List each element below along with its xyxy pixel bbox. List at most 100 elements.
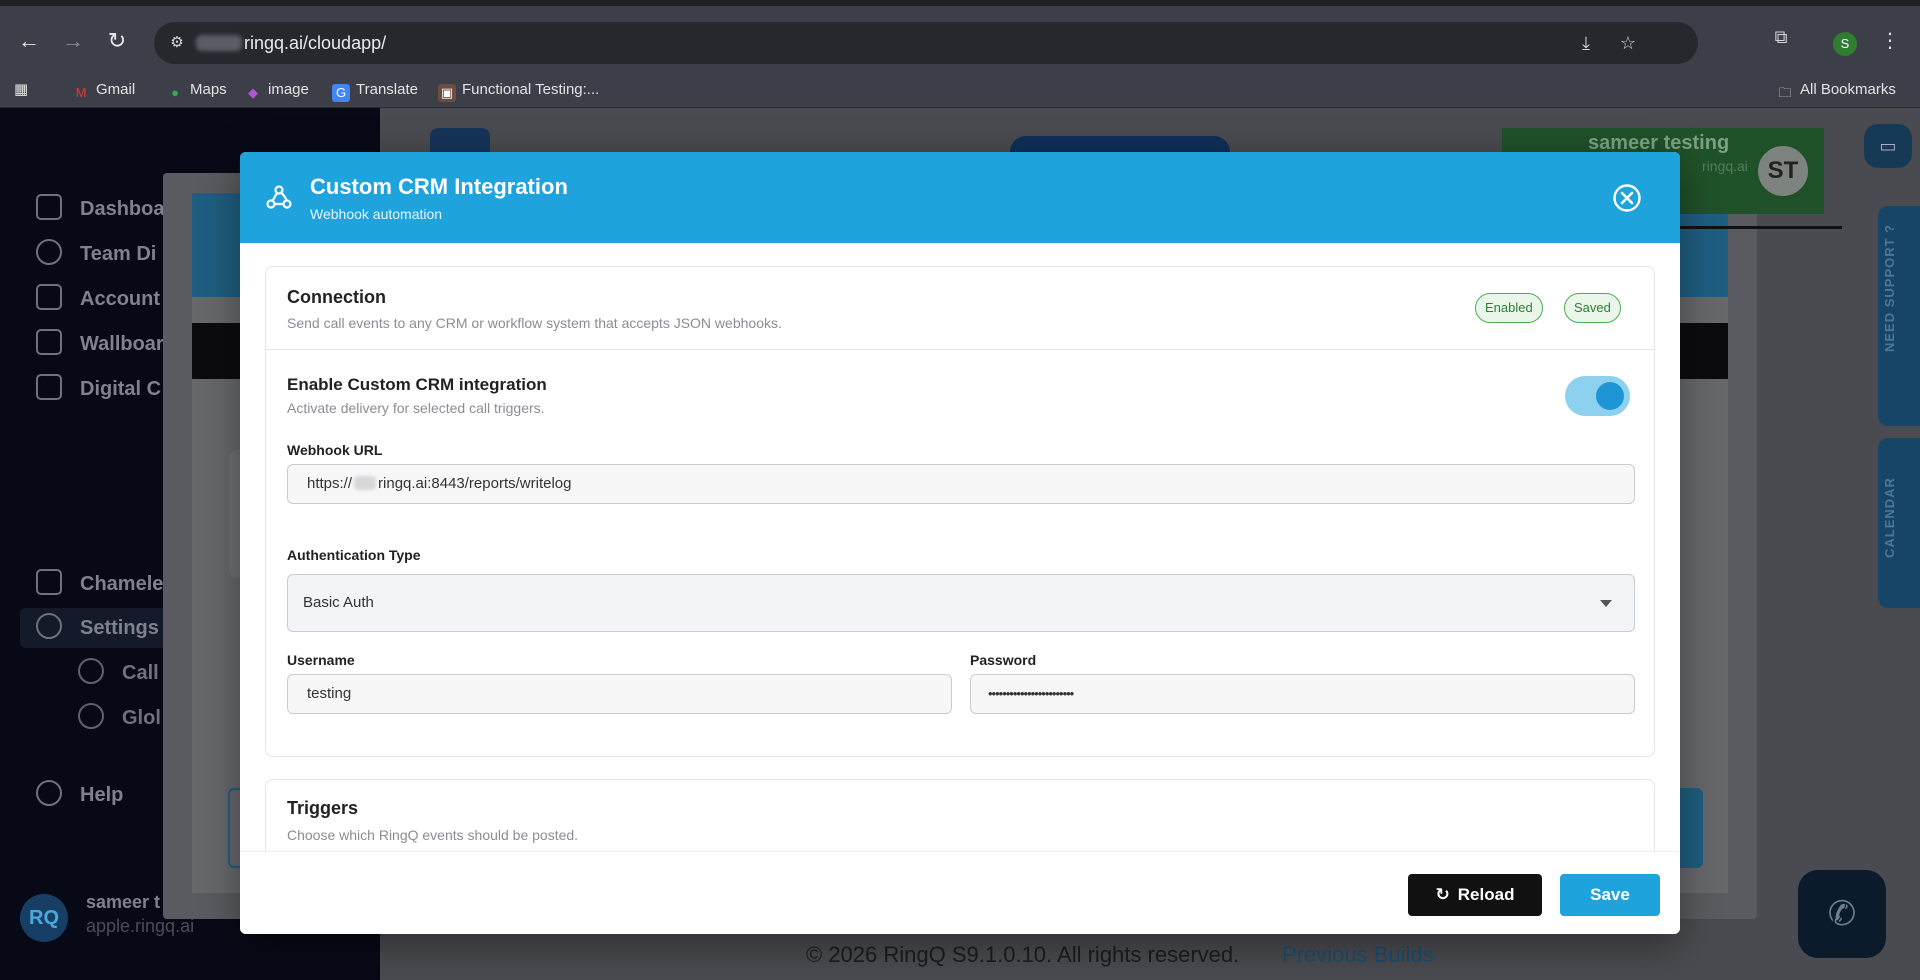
reload-page-icon[interactable]: ↻ bbox=[102, 26, 132, 56]
redacted-subdomain bbox=[354, 476, 377, 490]
sidebar-user-name: sameer t bbox=[86, 892, 161, 912]
calendar-tab[interactable]: CALENDAR bbox=[1878, 438, 1920, 608]
modal-title: Custom CRM Integration bbox=[310, 174, 568, 199]
sidebar-item-label: Help bbox=[80, 784, 124, 806]
all-bookmarks-label: All Bookmarks bbox=[1800, 81, 1896, 98]
auth-type-label: Authentication Type bbox=[287, 547, 421, 563]
home-icon bbox=[36, 194, 62, 220]
sidebar-subitem-call[interactable]: Call bbox=[78, 658, 159, 688]
status-badge-enabled: Enabled bbox=[1475, 293, 1543, 323]
sidebar-item-chameleon[interactable]: Chamele bbox=[36, 569, 163, 599]
globe-icon bbox=[78, 703, 104, 729]
sidebar-subitem-label: Call bbox=[122, 662, 159, 684]
browser-menu-icon[interactable]: ⋮ bbox=[1880, 28, 1900, 53]
flow-icon bbox=[78, 658, 104, 684]
auth-type-value: Basic Auth bbox=[303, 594, 374, 611]
all-bookmarks[interactable]: 🗀 All Bookmarks bbox=[1776, 80, 1896, 100]
calendar-label: CALENDAR bbox=[1882, 477, 1897, 558]
connection-description: Send call events to any CRM or workflow … bbox=[287, 315, 782, 331]
sidebar-item-label: Team Di bbox=[80, 243, 157, 265]
sidebar-item-label: Dashboa bbox=[80, 198, 165, 220]
webhook-url-input[interactable]: https:// ringq.ai:8443/reports/writelog bbox=[287, 464, 1635, 504]
connection-card: Connection Send call events to any CRM o… bbox=[265, 266, 1655, 757]
sidebar-user-domain: apple.ringq.ai bbox=[86, 916, 195, 936]
close-icon[interactable] bbox=[1612, 183, 1642, 213]
reload-button[interactable]: ↻ Reload bbox=[1408, 874, 1542, 916]
sidebar-item-settings[interactable]: Settings bbox=[36, 613, 159, 643]
bookmark-star-icon[interactable]: ☆ bbox=[1616, 32, 1640, 54]
sidebar-subitem-label: Glol bbox=[122, 707, 161, 729]
phone-icon[interactable]: ✆ bbox=[1798, 870, 1886, 958]
extensions-icon[interactable]: ⧉ bbox=[1769, 26, 1793, 48]
bookmark-functional-testing[interactable]: ▣ Functional Testing:... bbox=[438, 80, 599, 102]
profile-avatar[interactable]: S bbox=[1833, 32, 1857, 56]
gmail-icon: M bbox=[75, 85, 87, 100]
avatar: RQ bbox=[20, 894, 68, 942]
modal-header: Custom CRM Integration Webhook automatio… bbox=[240, 152, 1680, 243]
sidebar-item-digital[interactable]: Digital C bbox=[36, 374, 161, 404]
translate-icon: G bbox=[332, 84, 350, 102]
webhook-icon bbox=[266, 185, 292, 209]
avatar: ST bbox=[1754, 142, 1812, 200]
sidebar-item-help[interactable]: Help bbox=[36, 780, 123, 810]
folder-icon: 🗀 bbox=[1778, 85, 1792, 100]
sidebar-item-dashboard[interactable]: Dashboa bbox=[36, 194, 164, 224]
reload-button-label: Reload bbox=[1457, 885, 1515, 904]
bookmark-label: Maps bbox=[190, 81, 227, 98]
toggle-knob bbox=[1596, 382, 1624, 410]
sidebar-subitem-global[interactable]: Glol bbox=[78, 703, 161, 733]
enable-integration-title: Enable Custom CRM integration bbox=[287, 375, 547, 394]
sidebar-item-team[interactable]: Team Di bbox=[36, 239, 156, 269]
connection-title: Connection bbox=[287, 287, 386, 307]
sidebar-item-label: Chamele bbox=[80, 573, 164, 595]
forward-icon[interactable]: → bbox=[58, 26, 88, 56]
sidebar-item-wallboard[interactable]: Wallboar bbox=[36, 329, 164, 359]
need-support-tab[interactable]: NEED SUPPORT ? bbox=[1878, 206, 1920, 426]
status-badge-saved: Saved bbox=[1564, 293, 1621, 323]
divider bbox=[266, 349, 1654, 350]
webhook-url-label: Webhook URL bbox=[287, 442, 383, 458]
modal-subtitle: Webhook automation bbox=[310, 206, 443, 222]
auth-type-select[interactable]: Basic Auth bbox=[287, 574, 1635, 632]
account-icon bbox=[36, 284, 62, 310]
gear-icon bbox=[36, 613, 62, 639]
username-label: Username bbox=[287, 652, 355, 668]
footer-copyright: © 2026 RingQ S9.1.0.10. All rights reser… bbox=[806, 942, 1240, 967]
bookmark-label: Translate bbox=[356, 81, 418, 98]
functional-testing-icon: ▣ bbox=[438, 84, 456, 102]
triggers-description: Choose which RingQ events should be post… bbox=[287, 827, 579, 843]
modal-body[interactable]: Connection Send call events to any CRM o… bbox=[240, 243, 1680, 851]
bookmarks-bar: ▦ M Gmail ● Maps ◆ image G Translate ▣ Functi… bbox=[0, 70, 1920, 108]
sidebar-item-label: Settings bbox=[80, 617, 159, 639]
apps-grid-icon[interactable]: ▦ bbox=[14, 80, 28, 100]
triggers-title: Triggers bbox=[287, 798, 359, 818]
refresh-icon: ↻ bbox=[1435, 885, 1450, 904]
help-icon bbox=[36, 780, 62, 806]
wallboard-icon bbox=[36, 329, 62, 355]
bookmark-translate[interactable]: G Translate bbox=[332, 80, 418, 102]
save-button[interactable]: Save bbox=[1560, 874, 1660, 916]
previous-builds-link[interactable]: Previous Builds bbox=[1282, 942, 1434, 968]
device-icon bbox=[36, 569, 62, 595]
sidebar-item-account[interactable]: Account bbox=[36, 284, 160, 314]
modal-footer: ↻ Reload Save bbox=[240, 851, 1680, 934]
address-bar[interactable]: ⚙ ringq.ai/cloudapp/ ⤓ ☆ bbox=[154, 22, 1698, 64]
need-support-label: NEED SUPPORT ? bbox=[1882, 223, 1897, 352]
site-settings-icon[interactable]: ⚙ bbox=[166, 32, 188, 54]
bookmark-gmail[interactable]: M Gmail bbox=[72, 80, 136, 100]
maps-pin-icon: ● bbox=[171, 85, 179, 100]
browser-toolbar: ← → ↻ ⚙ ringq.ai/cloudapp/ ⤓ ☆ ⧉ S ⋮ bbox=[0, 6, 1920, 70]
bookmark-image[interactable]: ◆ image bbox=[244, 80, 309, 100]
install-app-icon[interactable]: ⤓ bbox=[1574, 32, 1598, 54]
sidebar-item-label: Account bbox=[80, 288, 160, 310]
top-user-domain: ringq.ai bbox=[1702, 158, 1748, 174]
sidebar-item-label: Digital C bbox=[80, 378, 162, 400]
enable-integration-toggle[interactable] bbox=[1565, 376, 1630, 416]
address-url[interactable]: ringq.ai/cloudapp/ bbox=[244, 33, 386, 54]
custom-crm-modal: Custom CRM Integration Webhook automatio… bbox=[240, 152, 1680, 934]
bookmark-maps[interactable]: ● Maps bbox=[166, 80, 227, 100]
video-camera-icon[interactable]: ▭ bbox=[1864, 124, 1912, 168]
password-input[interactable]: •••••••••••••••••••••••• bbox=[970, 674, 1635, 714]
back-icon[interactable]: ← bbox=[14, 26, 44, 56]
username-input[interactable]: testing bbox=[287, 674, 952, 714]
